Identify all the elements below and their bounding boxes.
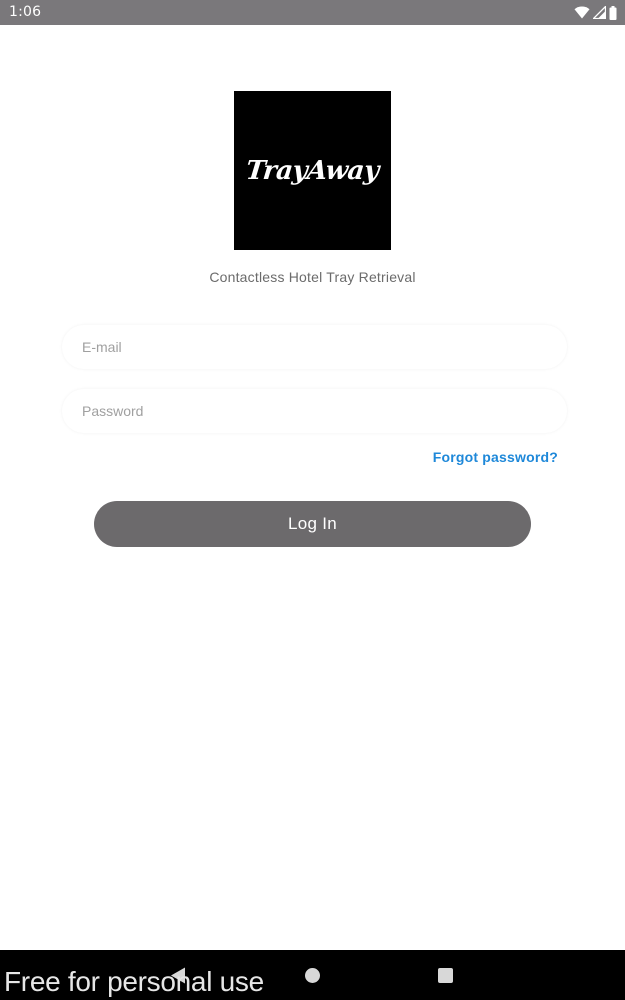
password-field-container [62, 389, 567, 433]
logo-text: TrayAway [244, 155, 381, 186]
email-field-container [62, 325, 567, 369]
battery-icon [609, 5, 617, 20]
wifi-icon [574, 6, 590, 19]
home-icon[interactable] [305, 968, 320, 983]
trayaway-logo: TrayAway [234, 91, 391, 250]
login-button[interactable]: Log In [94, 501, 531, 547]
email-field[interactable] [62, 325, 567, 369]
status-icons [574, 5, 617, 20]
forgot-password-link[interactable]: Forgot password? [433, 449, 558, 465]
status-time: 1:06 [9, 4, 42, 20]
back-icon[interactable] [170, 967, 186, 984]
status-bar: 1:06 [0, 0, 625, 25]
password-field[interactable] [62, 389, 567, 433]
tagline: Contactless Hotel Tray Retrieval [209, 269, 416, 285]
recents-icon[interactable] [438, 968, 453, 983]
signal-icon [593, 6, 606, 19]
login-screen: 1:06 TrayAway Contactless Hotel Tray Ret… [0, 0, 625, 1000]
navigation-bar [0, 950, 625, 1000]
